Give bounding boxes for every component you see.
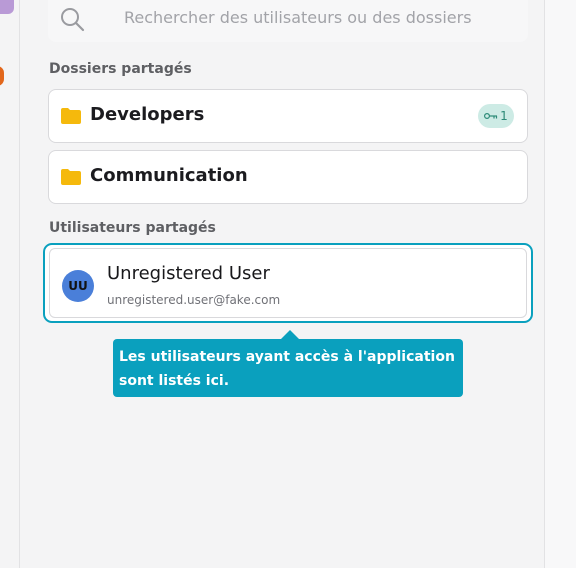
folder-name: Communication [90,165,248,186]
search-bar[interactable]: Rechercher des utilisateurs ou des dossi… [48,0,528,42]
shared-key-badge: 1 [478,104,514,128]
onboarding-tooltip: Les utilisateurs ayant accès à l'applica… [113,339,463,397]
shared-folders-heading: Dossiers partagés [49,61,192,77]
folder-name: Developers [90,104,205,125]
user-name: Unregistered User [107,263,270,284]
folder-card-communication[interactable]: Communication [48,150,528,204]
shared-users-heading: Utilisateurs partagés [49,220,216,236]
user-email: unregistered.user@fake.com [107,293,281,307]
key-icon [484,113,498,119]
app-icon-orange[interactable] [0,66,4,86]
key-count: 1 [500,109,508,123]
folder-card-developers[interactable]: Developers 1 [48,89,528,143]
avatar: UU [62,270,94,302]
left-rail [0,0,20,568]
folder-icon [61,108,81,124]
search-icon [61,8,85,32]
search-input[interactable]: Rechercher des utilisateurs ou des dossi… [124,8,472,27]
app-icon-purple[interactable] [0,0,14,14]
user-card[interactable]: UU Unregistered User unregistered.user@f… [49,248,527,318]
user-card-highlight: UU Unregistered User unregistered.user@f… [43,243,533,323]
sharing-panel: Rechercher des utilisateurs ou des dossi… [21,0,544,568]
folder-icon [61,169,81,185]
right-rail [544,0,576,568]
